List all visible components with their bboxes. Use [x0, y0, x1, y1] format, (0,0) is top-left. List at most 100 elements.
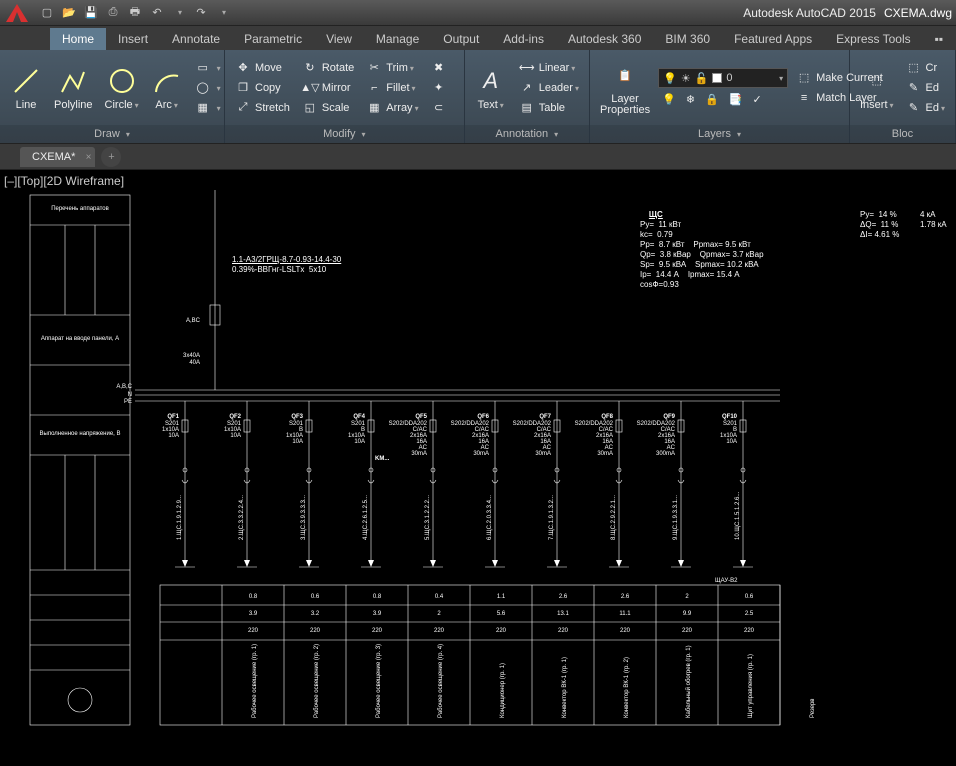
legend-h3: Выполненное напряжение, В [40, 431, 121, 437]
layer-dropdown[interactable]: 💡☀🔓0 [658, 68, 788, 88]
tab-view[interactable]: View [314, 28, 364, 50]
qat-plot-icon[interactable]: 🖶 [126, 4, 144, 22]
text-icon: A [475, 65, 507, 97]
svg-text:QF2: QF2 [229, 414, 241, 420]
svg-text:30mA: 30mA [597, 451, 613, 457]
drawing-canvas[interactable]: [–][Top][2D Wireframe] ЩС Pу= 11 кВт kс=… [0, 170, 956, 766]
document-tabs: CXEMA*× + [0, 144, 956, 170]
tool-explode[interactable]: ✦ [427, 79, 451, 97]
panel-draw: Line Polyline Circle Arc ▭ ◯ ▦ Draw [0, 50, 225, 143]
svg-text:10A: 10A [726, 439, 737, 445]
offset-icon: ⊂ [431, 100, 447, 116]
svg-text:QF3: QF3 [291, 414, 303, 420]
tool-hatch[interactable]: ▦ [191, 99, 225, 117]
doctab-cxema[interactable]: CXEMA*× [20, 147, 95, 167]
tool-arc[interactable]: Arc [147, 63, 187, 113]
app-logo[interactable] [4, 2, 34, 24]
tool-circle[interactable]: Circle [101, 63, 143, 113]
qat-saveas-icon[interactable]: ⎙ [104, 4, 122, 22]
doctab-add[interactable]: + [101, 147, 121, 167]
line-icon [10, 65, 42, 97]
tab-a360[interactable]: Autodesk 360 [556, 28, 653, 50]
tab-featured[interactable]: Featured Apps [722, 28, 824, 50]
tool-fillet[interactable]: ⌐Fillet [362, 79, 422, 97]
svg-text:220: 220 [558, 628, 569, 634]
svg-text:0.4: 0.4 [435, 594, 444, 600]
layer-btn-4[interactable]: 📑 [725, 92, 747, 107]
create-icon: ⬚ [906, 60, 922, 76]
qat-open-icon[interactable]: 📂 [60, 4, 78, 22]
qat-new-icon[interactable]: ▢ [38, 4, 56, 22]
tool-rotate[interactable]: ↻Rotate [298, 59, 358, 77]
hatch-icon: ▦ [195, 100, 211, 116]
tool-insert[interactable]: ⬚Insert [856, 63, 898, 113]
tool-erase[interactable]: ✖ [427, 59, 451, 77]
edit-icon: ✎ [906, 80, 922, 96]
tool-trim[interactable]: ✂Trim [362, 59, 422, 77]
tool-create[interactable]: ⬚Cr [902, 59, 949, 77]
svg-text:30mA: 30mA [535, 451, 551, 457]
svg-text:10.ЩС.1.5.1.2.6...: 10.ЩС.1.5.1.2.6... [735, 491, 741, 540]
svg-text:220: 220 [434, 628, 445, 634]
tool-leader[interactable]: ↗Leader [515, 79, 583, 97]
svg-text:10A: 10A [230, 433, 241, 439]
panel-modify: ✥Move ❐Copy ⤢Stretch ↻Rotate ▲▽Mirror ◱S… [225, 50, 465, 143]
tab-insert[interactable]: Insert [106, 28, 160, 50]
layer-btn-1[interactable]: 💡 [658, 92, 680, 107]
qat-undo-dropdown[interactable] [170, 4, 188, 22]
close-icon[interactable]: × [86, 152, 92, 163]
tool-scale[interactable]: ◱Scale [298, 99, 358, 117]
tool-table[interactable]: ▤Table [515, 99, 583, 117]
fillet-icon: ⌐ [366, 80, 382, 96]
tool-mirror[interactable]: ▲▽Mirror [298, 79, 358, 97]
tab-manage[interactable]: Manage [364, 28, 431, 50]
tab-annotate[interactable]: Annotate [160, 28, 232, 50]
table-icon: ▤ [519, 100, 535, 116]
svg-text:0.6: 0.6 [311, 594, 320, 600]
qat-redo-dropdown[interactable] [214, 4, 232, 22]
qat-undo-icon[interactable]: ↶ [148, 4, 166, 22]
tool-copy[interactable]: ❐Copy [231, 79, 294, 97]
tool-editattr[interactable]: ✎Ed [902, 99, 949, 117]
busleft-1: A,B,C [116, 384, 132, 390]
svg-text:2: 2 [685, 594, 689, 600]
tool-move[interactable]: ✥Move [231, 59, 294, 77]
tool-ellipse[interactable]: ◯ [191, 79, 225, 97]
qat-redo-icon[interactable]: ↷ [192, 4, 210, 22]
layer-btn-3[interactable]: 🔒 [701, 92, 723, 107]
svg-text:10A: 10A [354, 439, 365, 445]
svg-text:3.9: 3.9 [373, 611, 382, 617]
svg-text:QF4: QF4 [353, 414, 365, 420]
tool-line[interactable]: Line [6, 63, 46, 113]
layer-btn-5[interactable]: ✓ [748, 92, 765, 107]
tab-addins[interactable]: Add-ins [491, 28, 556, 50]
tool-array[interactable]: ▦Array [362, 99, 422, 117]
tool-polyline[interactable]: Polyline [50, 63, 97, 113]
tool-text[interactable]: AText [471, 63, 511, 113]
mirror-icon: ▲▽ [302, 80, 318, 96]
svg-text:2: 2 [437, 611, 441, 617]
layer-btn-2[interactable]: ❄ [682, 92, 699, 107]
tab-output[interactable]: Output [431, 28, 491, 50]
svg-text:13.1: 13.1 [557, 611, 569, 617]
tool-offset[interactable]: ⊂ [427, 99, 451, 117]
tool-stretch[interactable]: ⤢Stretch [231, 99, 294, 117]
tool-edit[interactable]: ✎Ed [902, 79, 949, 97]
tool-linear[interactable]: ⟷Linear [515, 59, 583, 77]
circle-icon [106, 65, 138, 97]
qat-save-icon[interactable]: 💾 [82, 4, 100, 22]
svg-text:Резерв: Резерв [810, 699, 816, 719]
layer-color-swatch [712, 73, 722, 83]
tab-bim360[interactable]: BIM 360 [653, 28, 722, 50]
svg-text:9.9: 9.9 [683, 611, 692, 617]
svg-text:8.ЩС.2.9.2.2.1...: 8.ЩС.2.9.2.2.1... [611, 495, 617, 540]
tool-rect[interactable]: ▭ [191, 59, 225, 77]
leader-icon: ↗ [519, 80, 535, 96]
tab-parametric[interactable]: Parametric [232, 28, 314, 50]
tab-express[interactable]: Express Tools [824, 28, 922, 50]
linear-icon: ⟷ [519, 60, 535, 76]
tool-layerprops[interactable]: 📋Layer Properties [596, 58, 654, 118]
makecurrent-icon: ⬚ [796, 70, 812, 86]
tab-home[interactable]: Home [50, 28, 106, 50]
tab-overflow[interactable]: ▪▪ [923, 28, 956, 50]
